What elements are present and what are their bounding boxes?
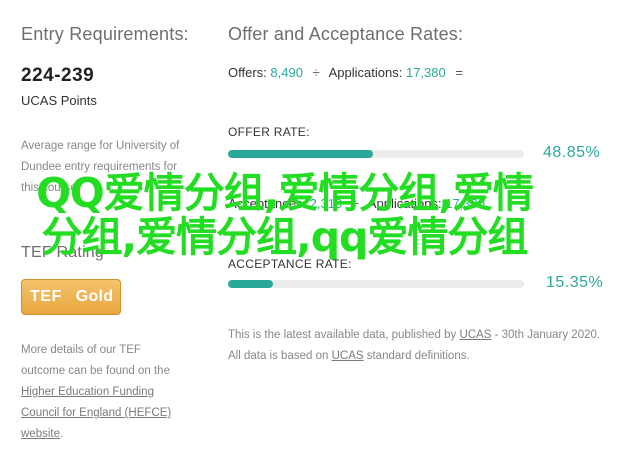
tef-details-line1: More details of our TEF: [21, 344, 141, 356]
footer-text-1: This is the latest available data, publi…: [228, 329, 457, 341]
applications-label: Applications:: [328, 65, 403, 80]
hefce-link-line2[interactable]: Council for England (HEFCE): [21, 407, 171, 419]
offer-rate-label: OFFER RATE:: [228, 125, 310, 139]
ucas-link-2[interactable]: UCAS: [332, 350, 364, 362]
tef-details-end: .: [60, 428, 64, 440]
divide-operator: ÷: [312, 65, 320, 80]
ucas-points-value: 224-239: [21, 65, 95, 86]
tef-details-line2: outcome can be found on the: [21, 365, 170, 377]
entry-requirements-title: Entry Requirements:: [21, 24, 189, 44]
offer-acceptance-title: Offer and Acceptance Rates:: [228, 24, 464, 44]
data-source-footer: This is the latest available data, publi…: [228, 325, 608, 367]
footer-text-3: standard definitions.: [363, 350, 470, 362]
tef-badge-gold: Gold: [75, 288, 114, 305]
offer-rate-bar: [228, 150, 524, 158]
equals-operator: =: [455, 65, 463, 80]
tef-gold-badge: TEF Gold: [21, 279, 121, 315]
hefce-website-link[interactable]: website: [21, 428, 60, 440]
overlay-text: QQ爱情分组,爱情分组,爱情分组,爱情分组,qq爱情分组: [36, 169, 534, 261]
tef-details: More details of our TEF outcome can be f…: [21, 340, 211, 445]
acceptance-rate-bar-fill: [228, 280, 274, 288]
ucas-points-label: UCAS Points: [21, 93, 97, 108]
offers-applications-row: Offers: 8,490 ÷ Applications: 17,380 =: [228, 65, 469, 80]
offers-label: Offers:: [228, 65, 267, 80]
acceptance-rate-bar: [228, 280, 524, 288]
offers-value: 8,490: [270, 65, 303, 80]
ucas-link-1[interactable]: UCAS: [459, 329, 491, 341]
applications-value: 17,380: [405, 65, 446, 80]
tef-badge-tef: TEF: [30, 288, 62, 305]
offer-rate-bar-fill: [228, 150, 373, 158]
acceptance-rate-percent: 15.35%: [546, 274, 604, 291]
hefce-link-line1[interactable]: Higher Education Funding: [21, 386, 154, 398]
offer-rate-percent: 48.85%: [543, 144, 601, 161]
